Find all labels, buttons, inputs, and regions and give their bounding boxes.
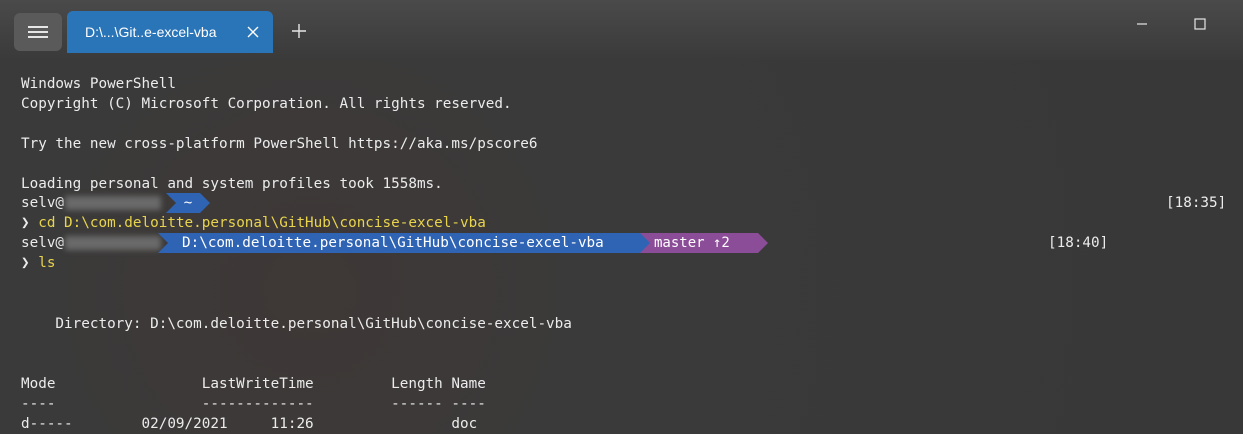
prompt-path-segment: D:\com.deloitte.personal\GitHub\concise-… <box>158 233 652 253</box>
menu-button[interactable] <box>14 13 62 51</box>
close-icon <box>247 26 259 38</box>
command-text: cd D:\com.deloitte.personal\GitHub\conci… <box>38 215 486 231</box>
tab-close-button[interactable] <box>239 18 267 46</box>
prompt-time: [18:35] <box>1166 195 1227 211</box>
maximize-icon <box>1194 18 1206 30</box>
tab-title: D:\...\Git..e-excel-vba <box>85 24 217 40</box>
pscore-line: Try the new cross-platform PowerShell ht… <box>21 136 538 152</box>
prompt-time: [18:40] <box>1048 235 1109 251</box>
profile-load-line: Loading personal and system profiles too… <box>21 176 443 192</box>
prompt-chevron-icon: ❯ <box>21 215 30 231</box>
title-bar: D:\...\Git..e-excel-vba <box>0 0 1243 60</box>
menu-icon <box>28 26 48 38</box>
table-separator: ---- ------------- ------ ---- <box>21 396 486 412</box>
new-tab-button[interactable] <box>284 15 314 47</box>
command-text: ls <box>38 255 56 271</box>
minimize-button[interactable] <box>1119 8 1165 40</box>
minimize-icon <box>1137 23 1147 25</box>
prompt-git-segment: master ↑2 <box>640 233 768 253</box>
copyright-line: Copyright (C) Microsoft Corporation. All… <box>21 96 512 112</box>
banner-line: Windows PowerShell <box>21 76 176 92</box>
prompt-user: selv@ <box>21 233 162 253</box>
plus-icon <box>292 24 306 38</box>
hostname-redacted <box>65 196 162 210</box>
table-header: Mode LastWriteTime Length Name <box>21 376 486 392</box>
command-line: ❯ cd D:\com.deloitte.personal\GitHub\con… <box>21 213 486 233</box>
hostname-redacted <box>65 236 162 250</box>
terminal-pane[interactable]: Windows PowerShell Copyright (C) Microso… <box>0 60 1243 434</box>
prompt-chevron-icon: ❯ <box>21 255 30 271</box>
prompt-user: selv@ <box>21 193 162 213</box>
command-line: ❯ ls <box>21 253 55 273</box>
user-prefix: selv@ <box>21 195 65 211</box>
maximize-button[interactable] <box>1177 8 1223 40</box>
prompt-path-segment: ~ <box>166 193 210 213</box>
user-prefix: selv@ <box>21 235 65 251</box>
tab-powershell[interactable]: D:\...\Git..e-excel-vba <box>67 11 273 53</box>
table-row: d----- 02/09/2021 11:26 doc <box>21 416 478 432</box>
directory-line: Directory: D:\com.deloitte.personal\GitH… <box>21 316 572 332</box>
